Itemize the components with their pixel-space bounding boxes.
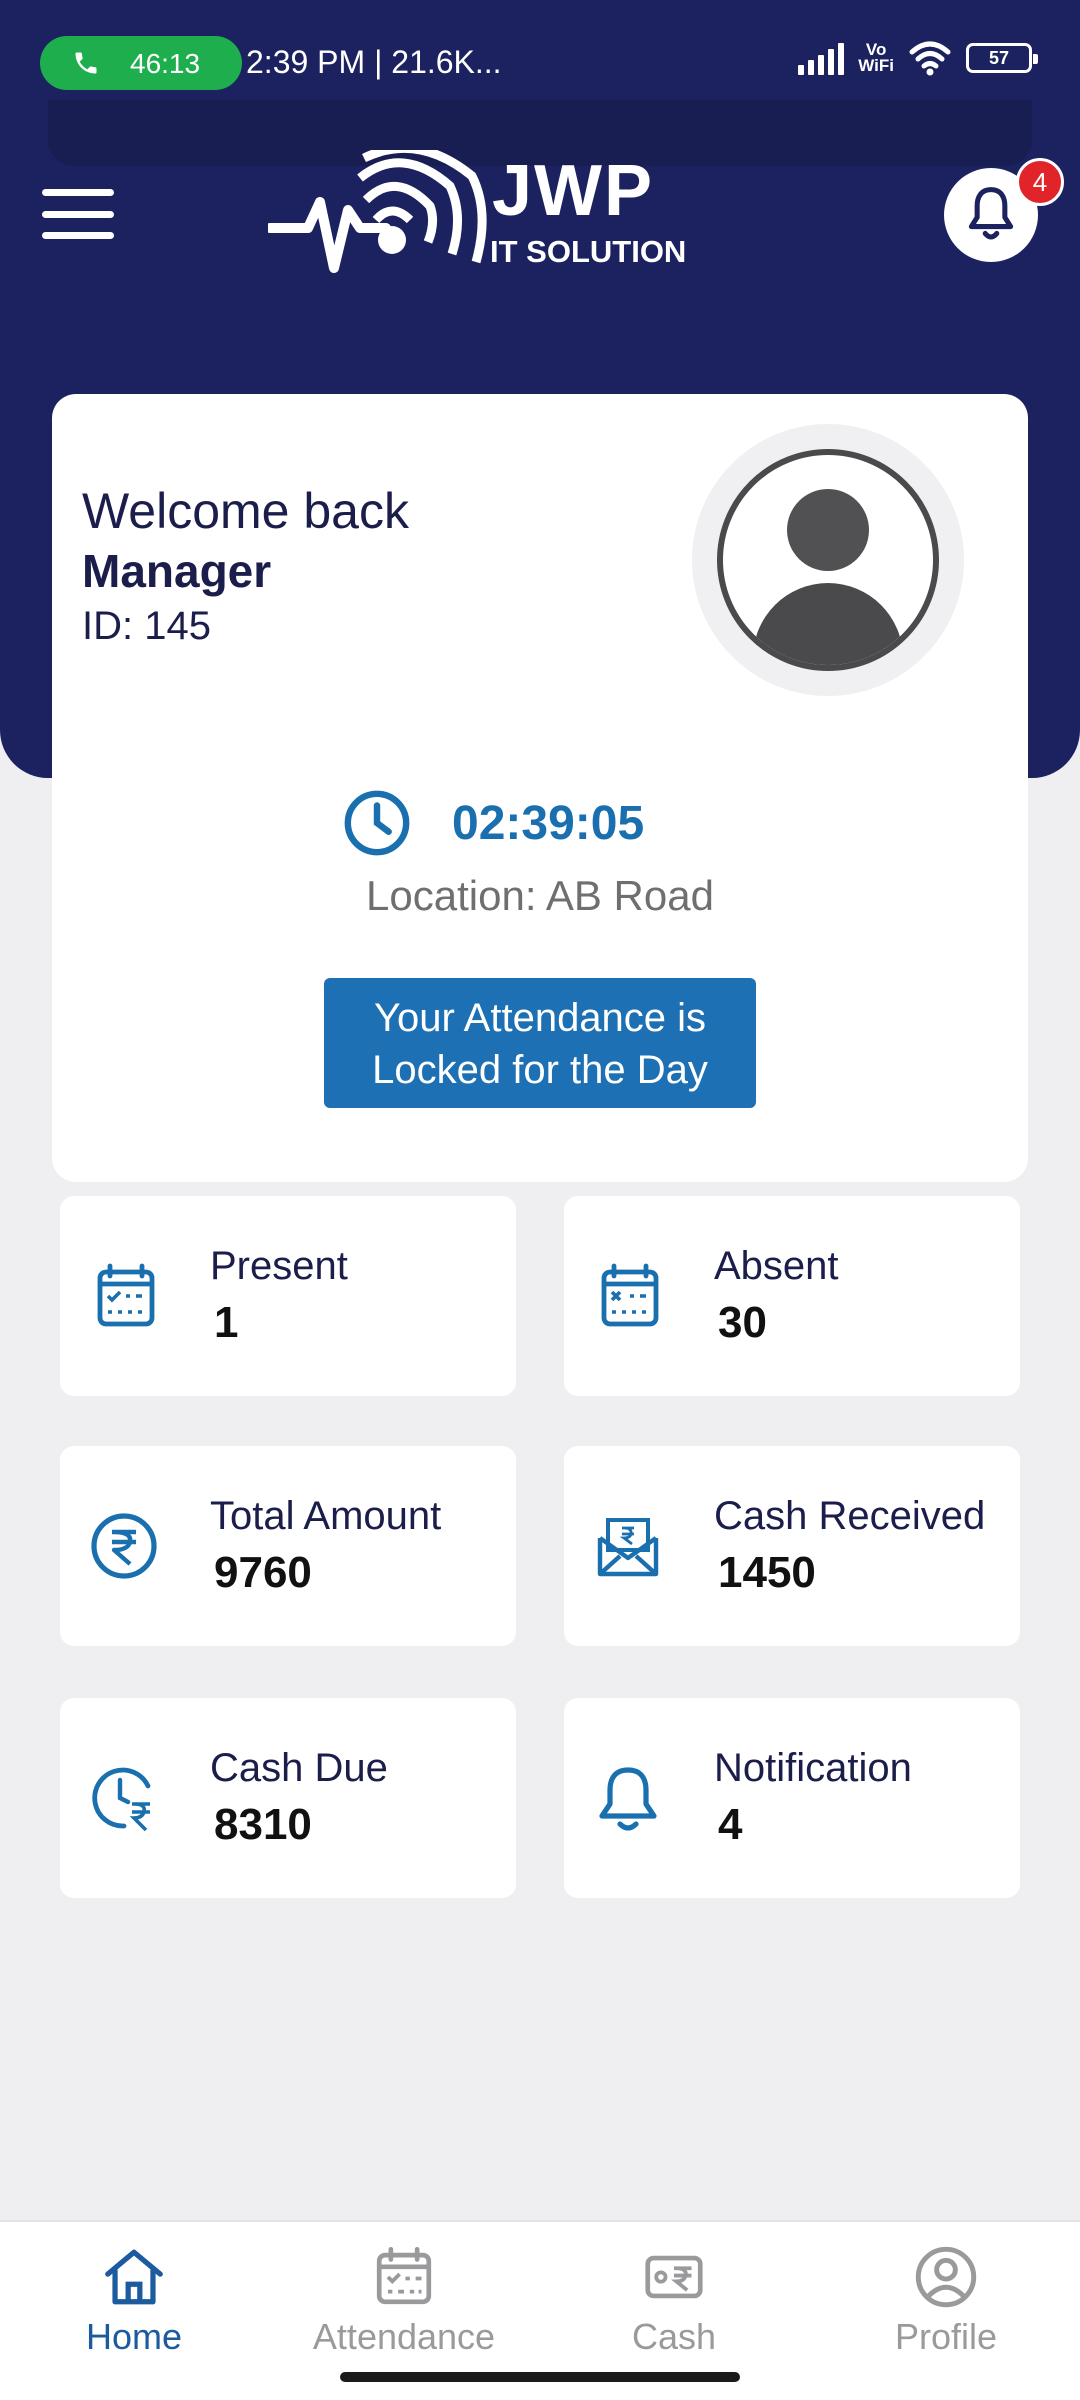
signal-icon bbox=[798, 41, 845, 75]
stat-tile-total-amount[interactable]: Total Amount 9760 bbox=[60, 1446, 516, 1646]
cash-envelope-icon bbox=[597, 1518, 659, 1577]
nav-cash[interactable]: Cash bbox=[574, 2242, 774, 2358]
battery-level: 57 bbox=[988, 47, 1010, 68]
bell-icon bbox=[968, 187, 1014, 240]
stat-value: 30 bbox=[718, 1298, 767, 1347]
stat-value: 4 bbox=[718, 1800, 743, 1849]
bell-icon bbox=[599, 1767, 657, 1831]
calendar-cross-icon bbox=[601, 1263, 659, 1327]
stat-value: 1 bbox=[214, 1298, 239, 1347]
nav-label: Attendance bbox=[312, 2316, 496, 2357]
attendance-locked-line2: Locked for the Day bbox=[372, 1048, 708, 1092]
profile-icon bbox=[915, 2246, 977, 2308]
battery-icon: 57 bbox=[966, 43, 1038, 73]
stat-tile-cash-due[interactable]: Cash Due 8310 bbox=[60, 1698, 516, 1898]
calendar-check-icon bbox=[97, 1263, 155, 1327]
home-gesture-indicator[interactable] bbox=[340, 2372, 740, 2382]
logo-signal-icon bbox=[268, 150, 487, 273]
current-time: 02:39:05 bbox=[452, 796, 645, 850]
wifi-icon bbox=[909, 41, 951, 76]
nav-attendance[interactable]: Attendance bbox=[304, 2242, 504, 2358]
attendance-calendar-icon bbox=[376, 2246, 432, 2305]
clock-icon bbox=[344, 790, 410, 856]
nav-profile[interactable]: Profile bbox=[846, 2242, 1046, 2358]
attendance-locked-button[interactable]: Your Attendance is Locked for the Day bbox=[324, 978, 756, 1108]
status-icons: Vo WiFi 57 bbox=[798, 40, 1038, 76]
stat-tile-notification[interactable]: Notification 4 bbox=[564, 1698, 1020, 1898]
rupee-circle-icon bbox=[91, 1513, 157, 1579]
stat-tile-cash-received[interactable]: Cash Received 1450 bbox=[564, 1446, 1020, 1646]
welcome-greeting: Welcome back bbox=[82, 483, 409, 539]
stat-value: 1450 bbox=[718, 1548, 816, 1597]
notification-count-badge: 4 bbox=[1016, 158, 1064, 206]
hamburger-menu-icon[interactable] bbox=[40, 186, 116, 242]
stat-value: 9760 bbox=[214, 1548, 312, 1597]
user-name: Manager bbox=[82, 545, 272, 597]
stat-tile-absent[interactable]: Absent 30 bbox=[564, 1196, 1020, 1396]
app-logo: JWP IT SOLUTION bbox=[268, 150, 708, 280]
nav-label: Cash bbox=[631, 2316, 717, 2357]
vowifi-indicator: Vo WiFi bbox=[858, 41, 894, 75]
logo-title: JWP bbox=[492, 151, 655, 231]
call-timer: 46:13 bbox=[130, 48, 201, 79]
stat-label: Cash Received bbox=[714, 1494, 986, 1538]
stat-label: Absent bbox=[714, 1244, 839, 1288]
stat-label: Total Amount bbox=[210, 1494, 442, 1538]
location-text: Location: AB Road bbox=[366, 872, 714, 919]
nav-label: Profile bbox=[894, 2316, 998, 2357]
stat-label: Notification bbox=[714, 1746, 912, 1790]
status-time-info: 2:39 PM | 21.6K... bbox=[246, 44, 502, 80]
nav-home[interactable]: Home bbox=[34, 2242, 234, 2358]
logo-subtitle: IT SOLUTION bbox=[490, 234, 687, 269]
stat-label: Present bbox=[210, 1244, 348, 1288]
avatar[interactable] bbox=[692, 424, 964, 696]
ongoing-call-pill[interactable]: 46:13 bbox=[40, 36, 242, 90]
stat-value: 8310 bbox=[214, 1800, 312, 1849]
status-bar: 46:13 2:39 PM | 21.6K... Vo WiFi 57 bbox=[0, 0, 1080, 100]
stat-tile-present[interactable]: Present 1 bbox=[60, 1196, 516, 1396]
avatar-user-icon bbox=[717, 449, 939, 671]
stat-label: Cash Due bbox=[210, 1746, 388, 1790]
attendance-locked-line1: Your Attendance is bbox=[373, 996, 707, 1040]
clock-rupee-icon bbox=[92, 1767, 151, 1832]
nav-label: Home bbox=[85, 2316, 183, 2357]
vowifi-bottom-label: WiFi bbox=[858, 56, 894, 75]
cash-icon bbox=[645, 2255, 703, 2299]
clock-row: 02:39:05 bbox=[342, 788, 644, 858]
welcome-card: Welcome back Manager ID: 145 02:39:05 Lo… bbox=[52, 394, 1028, 1182]
home-icon bbox=[105, 2249, 163, 2305]
phone-icon bbox=[75, 52, 97, 74]
employee-id: ID: 145 bbox=[82, 604, 211, 648]
